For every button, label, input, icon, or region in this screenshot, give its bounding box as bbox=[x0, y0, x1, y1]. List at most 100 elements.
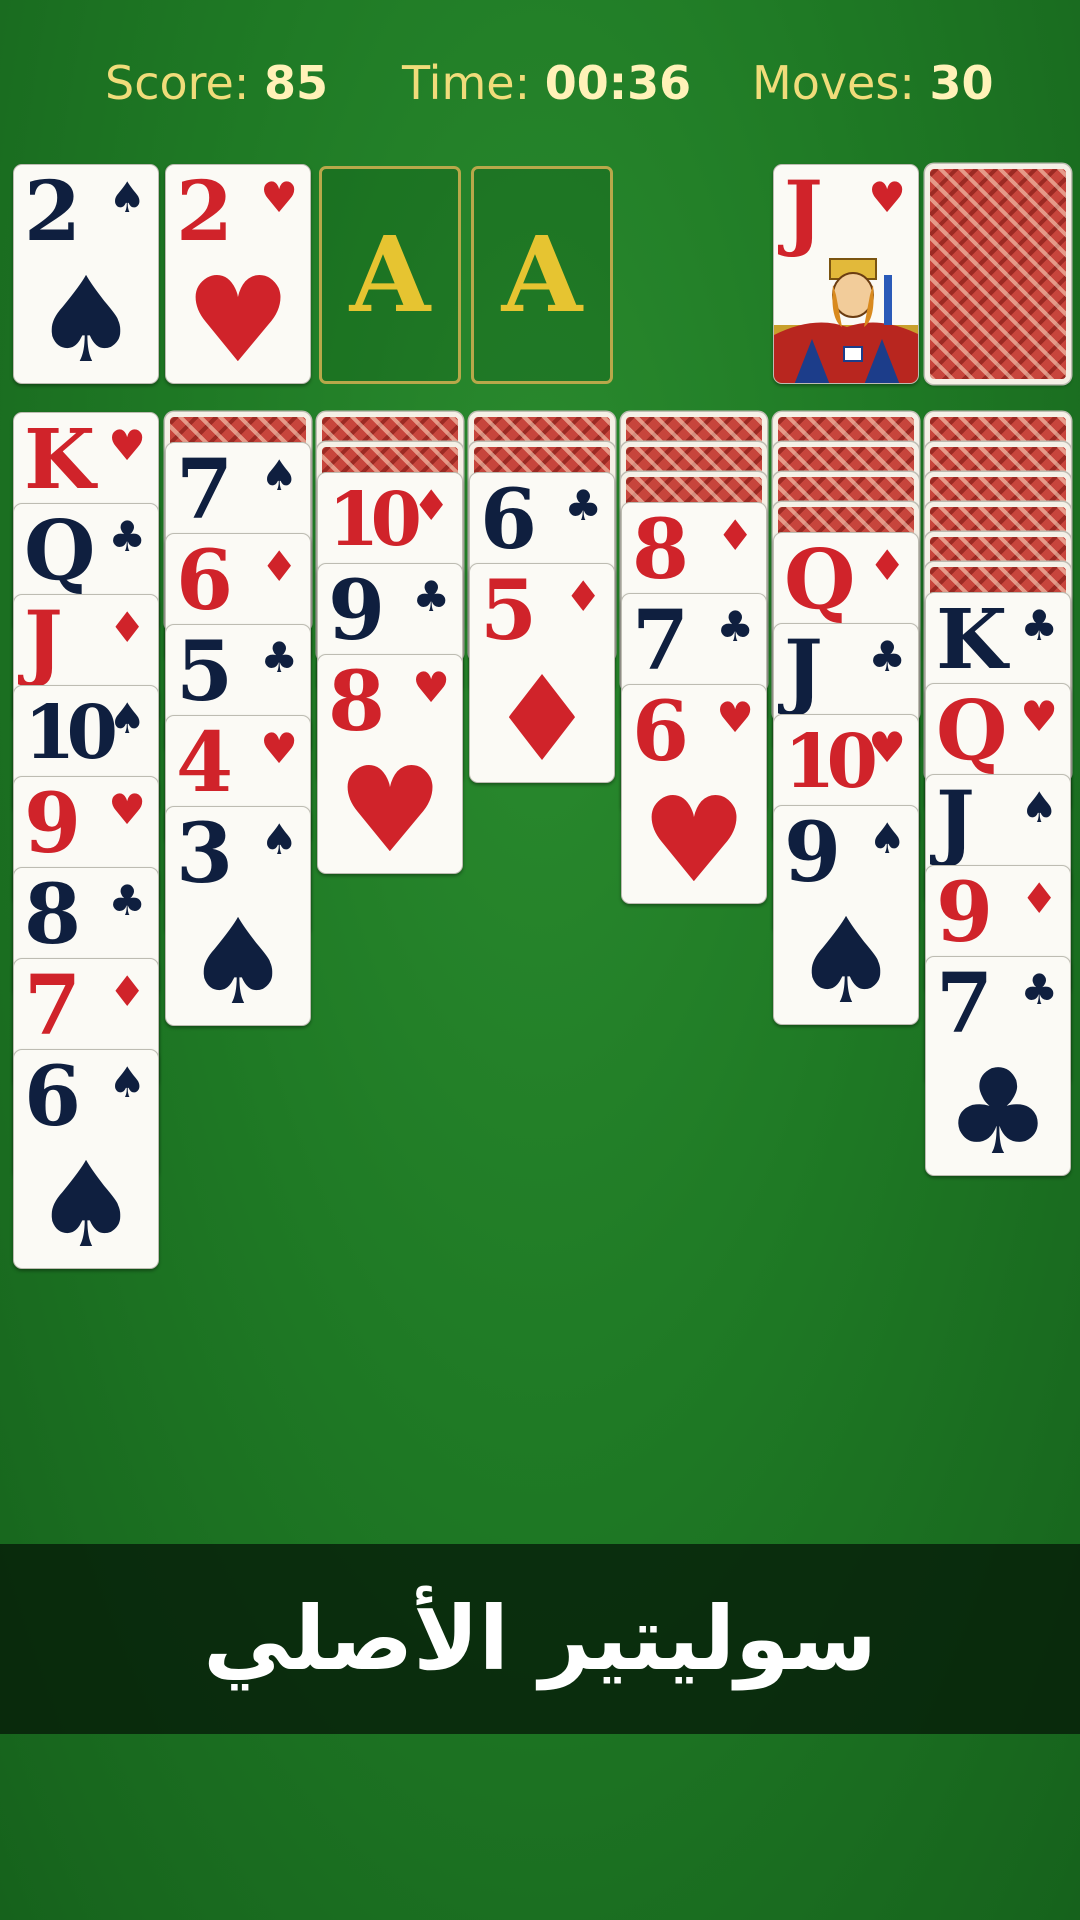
card-rank: 10 bbox=[784, 719, 878, 805]
foundation-ace-placeholder: A bbox=[501, 213, 583, 336]
spade-icon: ♠ bbox=[108, 1058, 146, 1107]
card-rank: 10 bbox=[328, 477, 422, 563]
diamond-icon: ♦ bbox=[412, 481, 450, 530]
card-rank: 2 bbox=[24, 164, 81, 260]
card-rank: 4 bbox=[176, 715, 233, 811]
heart-pip-icon: ♥ bbox=[185, 251, 291, 384]
card-rank: J bbox=[784, 164, 823, 260]
card-9-of-spades[interactable]: 9 ♠ ♠ bbox=[773, 805, 919, 1025]
diamond-icon: ♦ bbox=[868, 541, 906, 590]
card-rank: J bbox=[936, 774, 975, 870]
hud-bar: Score: 85 Time: 00:36 Moves: 30 bbox=[0, 48, 1080, 118]
card-6-of-spades[interactable]: 6 ♠ ♠ bbox=[13, 1049, 159, 1269]
heart-icon: ♥ bbox=[108, 421, 146, 470]
spade-icon: ♠ bbox=[868, 814, 906, 863]
waste-card-jack-of-hearts[interactable]: J ♥ bbox=[773, 164, 919, 384]
club-icon: ♣ bbox=[108, 876, 146, 925]
card-2-of-hearts[interactable]: 2 ♥ ♥ bbox=[165, 164, 311, 384]
score-value: 85 bbox=[263, 56, 328, 110]
diamond-icon: ♦ bbox=[716, 511, 754, 560]
card-rank: K bbox=[936, 592, 1007, 688]
card-rank: 8 bbox=[632, 502, 689, 598]
spade-pip-icon: ♠ bbox=[33, 1136, 139, 1269]
moves-label: Moves: bbox=[752, 56, 915, 110]
card-rank: 6 bbox=[24, 1049, 81, 1145]
club-icon: ♣ bbox=[716, 602, 754, 651]
card-rank: 3 bbox=[176, 806, 233, 902]
card-rank: Q bbox=[24, 503, 95, 599]
card-rank: 7 bbox=[176, 442, 233, 538]
card-rank: 9 bbox=[24, 776, 81, 872]
card-rank: Q bbox=[936, 683, 1007, 779]
spade-icon: ♠ bbox=[108, 173, 146, 222]
heart-pip-icon: ♥ bbox=[641, 771, 747, 904]
foundation-ace-placeholder: A bbox=[349, 213, 431, 336]
card-rank: 9 bbox=[328, 563, 385, 659]
spade-pip-icon: ♠ bbox=[33, 251, 139, 384]
heart-icon: ♥ bbox=[1020, 692, 1058, 741]
heart-icon: ♥ bbox=[716, 693, 754, 742]
diamond-icon: ♦ bbox=[108, 967, 146, 1016]
card-rank: 7 bbox=[936, 956, 993, 1052]
card-rank: Q bbox=[784, 532, 855, 628]
card-3-of-spades[interactable]: 3 ♠ ♠ bbox=[165, 806, 311, 1026]
foundation-slot-3[interactable]: A bbox=[319, 166, 461, 384]
time-value: 00:36 bbox=[544, 56, 692, 110]
card-rank: 7 bbox=[24, 958, 81, 1054]
score-label: Score: bbox=[105, 56, 250, 110]
club-icon: ♣ bbox=[1020, 601, 1058, 650]
game-title: سوليتير الأصلي bbox=[203, 1587, 877, 1690]
card-rank: 9 bbox=[784, 805, 841, 901]
diamond-icon: ♦ bbox=[1020, 874, 1058, 923]
diamond-icon: ♦ bbox=[108, 603, 146, 652]
heart-icon: ♥ bbox=[868, 723, 906, 772]
card-rank: 5 bbox=[176, 624, 233, 720]
heart-icon: ♥ bbox=[412, 663, 450, 712]
foundation-slot-4[interactable]: A bbox=[471, 166, 613, 384]
moves-display: Moves: 30 bbox=[752, 48, 993, 118]
club-pip-icon: ♣ bbox=[945, 1043, 1051, 1176]
stock-pile[interactable] bbox=[925, 164, 1071, 384]
heart-icon: ♥ bbox=[108, 785, 146, 834]
heart-icon: ♥ bbox=[260, 173, 298, 222]
diamond-icon: ♦ bbox=[564, 572, 602, 621]
club-icon: ♣ bbox=[564, 481, 602, 530]
club-icon: ♣ bbox=[412, 572, 450, 621]
diamond-icon: ♦ bbox=[260, 542, 298, 591]
spade-icon: ♠ bbox=[1020, 783, 1058, 832]
card-rank: 6 bbox=[176, 533, 233, 629]
spade-icon: ♠ bbox=[108, 694, 146, 743]
card-rank: K bbox=[24, 412, 95, 508]
card-rank: 5 bbox=[480, 563, 537, 659]
card-rank: 10 bbox=[24, 690, 118, 776]
spade-icon: ♠ bbox=[260, 451, 298, 500]
card-rank: 9 bbox=[936, 865, 993, 961]
card-rank: 8 bbox=[328, 654, 385, 750]
card-rank: 2 bbox=[176, 164, 233, 260]
card-rank: 6 bbox=[480, 472, 537, 568]
card-5-of-diamonds[interactable]: 5 ♦ ♦ bbox=[469, 563, 615, 783]
card-rank: 7 bbox=[632, 593, 689, 689]
score-display: Score: 85 bbox=[105, 48, 328, 118]
club-icon: ♣ bbox=[108, 512, 146, 561]
club-icon: ♣ bbox=[868, 632, 906, 681]
moves-value: 30 bbox=[929, 56, 994, 110]
card-7-of-clubs[interactable]: 7 ♣ ♣ bbox=[925, 956, 1071, 1176]
heart-icon: ♥ bbox=[260, 724, 298, 773]
jack-portrait-icon bbox=[774, 255, 918, 383]
club-icon: ♣ bbox=[1020, 965, 1058, 1014]
heart-icon: ♥ bbox=[868, 173, 906, 222]
card-6-of-hearts[interactable]: 6 ♥ ♥ bbox=[621, 684, 767, 904]
card-rank: 6 bbox=[632, 684, 689, 780]
card-rank: J bbox=[784, 623, 823, 719]
game-board: Score: 85 Time: 00:36 Moves: 30 2 ♠ ♠ 2 ♥ ♥ A A… bbox=[0, 0, 1080, 1920]
time-display: Time: 00:36 bbox=[402, 48, 691, 118]
card-8-of-hearts[interactable]: 8 ♥ ♥ bbox=[317, 654, 463, 874]
diamond-pip-icon: ♦ bbox=[489, 650, 595, 783]
card-2-of-spades[interactable]: 2 ♠ ♠ bbox=[13, 164, 159, 384]
club-icon: ♣ bbox=[260, 633, 298, 682]
heart-pip-icon: ♥ bbox=[337, 741, 443, 874]
card-rank: 8 bbox=[24, 867, 81, 963]
title-banner: سوليتير الأصلي bbox=[0, 1544, 1080, 1734]
card-rank: J bbox=[24, 594, 63, 690]
